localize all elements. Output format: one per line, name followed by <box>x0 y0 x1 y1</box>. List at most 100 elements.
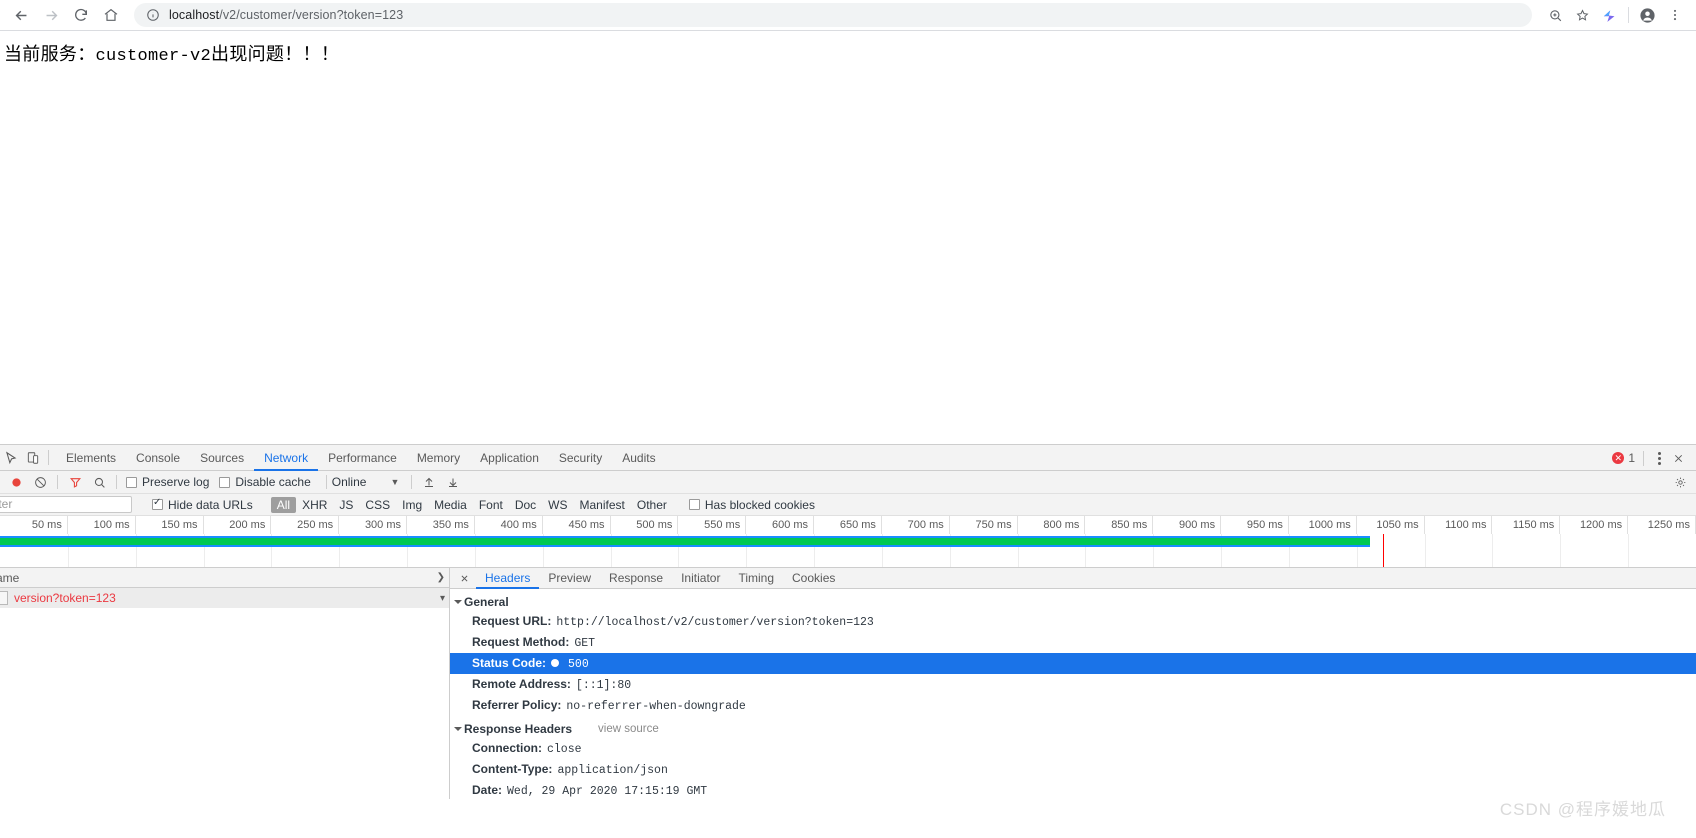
page-text-prefix: 当前服务： <box>4 44 96 64</box>
tab-memory[interactable]: Memory <box>407 445 470 471</box>
clear-icon[interactable] <box>28 471 52 493</box>
network-toolbar: Preserve log Disable cache Online ▼ <box>0 471 1696 494</box>
zoom-icon[interactable] <box>1542 2 1569 29</box>
type-filter-ws[interactable]: WS <box>542 497 573 513</box>
detail-tab-cookies[interactable]: Cookies <box>783 568 844 589</box>
tab-application[interactable]: Application <box>470 445 549 471</box>
tab-sources[interactable]: Sources <box>190 445 254 471</box>
header-row: Request Method: GET <box>450 632 1696 653</box>
tab-elements[interactable]: Elements <box>56 445 126 471</box>
header-row: Referrer Policy: no-referrer-when-downgra… <box>450 695 1696 716</box>
general-section-title[interactable]: General <box>450 593 1696 611</box>
tab-console[interactable]: Console <box>126 445 190 471</box>
has-blocked-cookies-checkbox[interactable]: Has blocked cookies <box>688 498 815 512</box>
kebab-menu-icon[interactable] <box>1652 451 1667 465</box>
timeline-tick: 800 ms <box>1018 516 1086 534</box>
header-value: GET <box>574 636 596 650</box>
tab-network[interactable]: Network <box>254 445 318 471</box>
timeline-tick: 500 ms <box>611 516 679 534</box>
browser-window: localhost/v2/customer/version?token=123 <box>0 0 1696 838</box>
reload-button[interactable] <box>66 0 96 30</box>
general-title-label: General <box>464 595 509 609</box>
filter-input[interactable]: ilter <box>0 496 132 513</box>
throttling-select[interactable]: Online ▼ <box>332 475 400 489</box>
timeline-tick: 550 ms <box>678 516 747 534</box>
network-overview[interactable]: 50 ms 100 ms 150 ms 200 ms 250 ms 300 ms 350 m… <box>0 516 1696 568</box>
extension-icon[interactable] <box>1596 2 1623 29</box>
timeline-tick: 50 ms <box>0 516 68 534</box>
type-filter-media[interactable]: Media <box>428 497 473 513</box>
throttling-value: Online <box>331 475 367 489</box>
back-button[interactable] <box>6 0 36 30</box>
overview-request-bar <box>0 536 1370 547</box>
detail-tab-timing[interactable]: Timing <box>729 568 783 589</box>
column-header-name[interactable]: ame <box>0 571 19 585</box>
devtools-tabbar: Elements Console Sources Network Performance… <box>0 445 1696 471</box>
overview-gridline <box>1628 534 1630 567</box>
url-path: /v2/customer/version?token=123 <box>219 8 404 22</box>
header-key: Remote Address: <box>472 676 571 691</box>
chrome-menu-icon[interactable] <box>1661 2 1688 29</box>
forward-button[interactable] <box>36 0 66 30</box>
error-count-badge[interactable]: ✕ 1 <box>1612 451 1635 465</box>
hide-data-urls-checkbox[interactable]: Hide data URLs <box>152 497 253 512</box>
address-bar[interactable]: localhost/v2/customer/version?token=123 <box>134 3 1532 27</box>
detail-tab-response[interactable]: Response <box>600 568 672 589</box>
type-filter-doc[interactable]: Doc <box>509 497 542 513</box>
page-text-suffix: 出现问题！！！ <box>211 44 340 64</box>
timeline-tick: 200 ms <box>204 516 272 534</box>
header-overflow-icon[interactable]: ❯ <box>437 572 445 583</box>
toolbar-divider-3 <box>325 475 327 489</box>
row-overflow-icon[interactable]: ▾ <box>440 593 445 604</box>
page-body-text: 当前服务：customer-v2出现问题！！！ <box>4 42 1696 69</box>
export-har-icon[interactable] <box>441 471 465 493</box>
overview-gridline <box>1492 534 1494 567</box>
header-value: application/json <box>557 763 668 777</box>
detail-tab-headers[interactable]: Headers <box>476 568 539 589</box>
document-icon <box>0 591 8 605</box>
devtools-panel: Elements Console Sources Network Performance… <box>0 444 1696 838</box>
type-filter-other[interactable]: Other <box>631 497 673 513</box>
detail-tab-preview[interactable]: Preview <box>539 568 600 589</box>
inspect-element-icon[interactable] <box>0 446 22 470</box>
disable-cache-checkbox[interactable]: Disable cache <box>219 475 311 489</box>
table-row[interactable]: version?token=123 ▾ <box>0 588 449 608</box>
search-icon[interactable] <box>87 471 111 493</box>
type-filter-css[interactable]: CSS <box>359 497 396 513</box>
type-filter-all[interactable]: All <box>270 496 297 513</box>
profile-avatar-icon[interactable] <box>1634 2 1661 29</box>
type-filter-img[interactable]: Img <box>396 497 428 513</box>
right-divider <box>1643 450 1644 466</box>
bookmark-star-icon[interactable] <box>1569 2 1596 29</box>
preserve-log-checkbox[interactable]: Preserve log <box>126 475 209 489</box>
network-filter-bar: ilter Hide data URLs AllXHRJSCSSImgMedia… <box>0 494 1696 516</box>
network-split-view: ame ❯ version?token=123 ▾ HeadersPreview… <box>0 568 1696 799</box>
filter-funnel-icon[interactable] <box>63 471 87 493</box>
toolbar-divider <box>1628 7 1629 23</box>
tab-security[interactable]: Security <box>549 445 612 471</box>
type-filter-font[interactable]: Font <box>473 497 509 513</box>
timeline-tick: 1250 ms <box>1628 516 1696 534</box>
view-source-link[interactable]: view source <box>598 723 659 735</box>
devtools-tabbar-right: ✕ 1 <box>1612 445 1690 471</box>
detail-close-icon[interactable] <box>456 568 472 588</box>
header-value: Wed, 29 Apr 2020 17:15:19 GMT <box>507 784 708 798</box>
record-button-icon[interactable] <box>4 471 28 493</box>
close-icon[interactable] <box>1667 453 1690 464</box>
info-circle-icon[interactable] <box>146 8 160 22</box>
device-toolbar-icon[interactable] <box>22 446 44 470</box>
detail-tab-initiator[interactable]: Initiator <box>672 568 729 589</box>
tab-performance[interactable]: Performance <box>318 445 407 471</box>
tab-audits[interactable]: Audits <box>612 445 665 471</box>
toolbar-divider-4 <box>411 475 413 489</box>
header-key: Request URL: <box>472 613 552 628</box>
request-list: ame ❯ version?token=123 ▾ <box>0 568 450 799</box>
gear-icon[interactable] <box>1668 472 1692 494</box>
timeline-tick: 1050 ms <box>1357 516 1425 534</box>
home-button[interactable] <box>96 0 126 30</box>
type-filter-manifest[interactable]: Manifest <box>574 497 631 513</box>
response-headers-section-title[interactable]: Response Headers view source <box>450 720 1696 738</box>
type-filter-js[interactable]: JS <box>333 497 359 513</box>
import-har-icon[interactable] <box>417 471 441 493</box>
type-filter-xhr[interactable]: XHR <box>296 497 333 513</box>
